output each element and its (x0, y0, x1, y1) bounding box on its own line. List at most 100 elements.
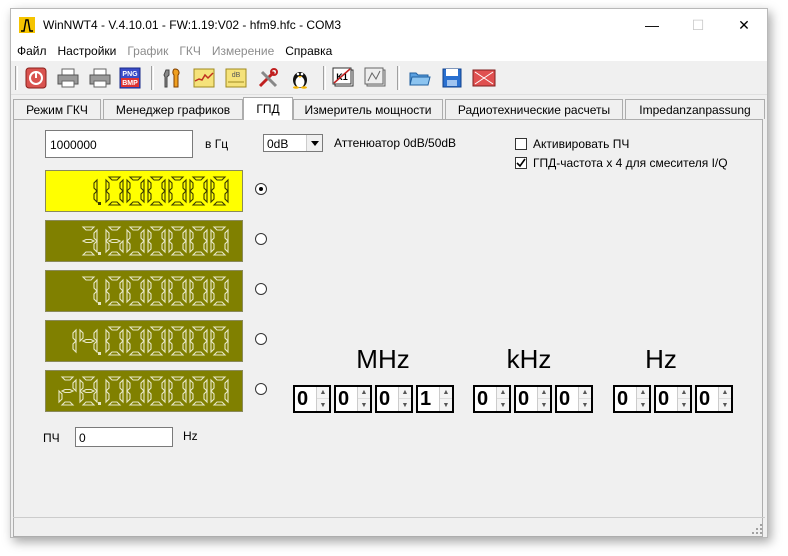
menu-help[interactable]: Справка (279, 44, 337, 58)
spin-down-icon[interactable]: ▼ (678, 399, 690, 411)
close-button[interactable]: ✕ (721, 9, 767, 41)
lcd-segment (212, 251, 227, 256)
tool-settings-button[interactable] (255, 65, 281, 91)
tab-graph-manager[interactable]: Менеджер графиков (103, 99, 243, 119)
spin-up-icon[interactable]: ▲ (678, 387, 690, 399)
lcd-segment (191, 201, 206, 206)
spin-up-icon[interactable]: ▲ (579, 387, 591, 399)
lcd-memory-3[interactable] (45, 270, 243, 312)
tab-vfo[interactable]: ГПД (243, 97, 293, 120)
if-frequency-input[interactable]: 0 (75, 427, 173, 447)
spinner-value[interactable]: 0 (518, 388, 529, 411)
spin-up-icon[interactable]: ▲ (317, 387, 329, 399)
spin-down-icon[interactable]: ▼ (719, 399, 731, 411)
lcd-segment (105, 389, 110, 404)
quad-iq-checkbox[interactable] (515, 157, 527, 169)
spin-up-icon[interactable]: ▲ (399, 387, 411, 399)
menu-file[interactable]: Файл (11, 44, 52, 58)
lcd-segment (126, 278, 131, 293)
maximize-button[interactable]: ☐ (675, 9, 721, 41)
graph-button[interactable] (191, 65, 217, 91)
spinner-value[interactable]: 0 (559, 388, 570, 411)
mhz-digit-spinner[interactable]: 1 ▲ ▼ (416, 385, 454, 413)
memory-radio-5[interactable] (255, 383, 267, 395)
lcd-memory-1[interactable] (45, 170, 243, 212)
attenuator-dropdown-button[interactable] (306, 135, 322, 151)
lcd-memory-5[interactable] (45, 370, 243, 412)
graph-icon (193, 68, 215, 88)
spin-down-icon[interactable]: ▼ (579, 399, 591, 411)
spinner-value[interactable]: 0 (297, 388, 308, 411)
linux-button[interactable] (287, 65, 313, 91)
lcd-segment (119, 189, 124, 204)
calibrate-button[interactable] (363, 65, 389, 91)
spinner-value[interactable]: 0 (379, 388, 390, 411)
khz-digit-spinner[interactable]: 0 ▲ ▼ (555, 385, 593, 413)
spin-down-icon[interactable]: ▼ (358, 399, 370, 411)
hz-digit-spinner[interactable]: 0 ▲ ▼ (654, 385, 692, 413)
spin-down-icon[interactable]: ▼ (317, 399, 329, 411)
lcd-decimal-point (98, 202, 101, 205)
clear-button[interactable] (471, 65, 497, 91)
spin-down-icon[interactable]: ▼ (637, 399, 649, 411)
save-button[interactable] (439, 65, 465, 91)
lcd-segment (182, 389, 187, 404)
minimize-button[interactable]: — (629, 9, 675, 41)
lcd-segment (189, 228, 194, 243)
spinner-value[interactable]: 0 (477, 388, 488, 411)
resize-grip-icon[interactable] (751, 523, 763, 535)
spinner-value[interactable]: 0 (658, 388, 669, 411)
memory-radio-1[interactable] (255, 183, 267, 195)
spin-up-icon[interactable]: ▲ (719, 387, 731, 399)
stop-button[interactable] (23, 65, 49, 91)
spin-down-icon[interactable]: ▼ (399, 399, 411, 411)
hz-digit-spinner[interactable]: 0 ▲ ▼ (613, 385, 651, 413)
memory-radio-2[interactable] (255, 233, 267, 245)
spinner-value[interactable]: 0 (617, 388, 628, 411)
tab-rf-calculations[interactable]: Радиотехнические расчеты (445, 99, 623, 119)
khz-digit-spinner[interactable]: 0 ▲ ▼ (514, 385, 552, 413)
spin-up-icon[interactable]: ▲ (637, 387, 649, 399)
open-button[interactable] (407, 65, 433, 91)
spin-down-icon[interactable]: ▼ (440, 399, 452, 411)
memory-radio-4[interactable] (255, 333, 267, 345)
k1-calibration-button[interactable]: K1 (331, 65, 357, 91)
menu-measure[interactable]: Измерение (206, 44, 279, 58)
spin-up-icon[interactable]: ▲ (440, 387, 452, 399)
menu-settings[interactable]: Настройки (52, 44, 122, 58)
mhz-digit-spinner[interactable]: 0 ▲ ▼ (293, 385, 331, 413)
menu-graph[interactable]: График (121, 44, 173, 58)
tab-impedance-matching[interactable]: Impedanzanpassung (625, 99, 765, 119)
db-button[interactable]: dB (223, 65, 249, 91)
lcd-segment (224, 389, 229, 404)
activate-if-checkbox[interactable] (515, 138, 527, 150)
export-image-button[interactable]: PNG BMP (117, 65, 143, 91)
attenuator-select[interactable]: 0dB (263, 134, 323, 152)
activate-if-label: Активировать ПЧ (533, 137, 630, 151)
spinner-value[interactable]: 1 (420, 388, 431, 411)
spin-down-icon[interactable]: ▼ (538, 399, 550, 411)
spin-up-icon[interactable]: ▲ (358, 387, 370, 399)
mhz-digit-spinner[interactable]: 0 ▲ ▼ (375, 385, 413, 413)
spin-up-icon[interactable]: ▲ (497, 387, 509, 399)
khz-digit-spinner[interactable]: 0 ▲ ▼ (473, 385, 511, 413)
spin-down-icon[interactable]: ▼ (497, 399, 509, 411)
lcd-memory-2[interactable] (45, 220, 243, 262)
menu-sweep[interactable]: ГКЧ (173, 44, 206, 58)
lcd-segment (168, 289, 173, 304)
frequency-input[interactable]: 1000000 (45, 130, 193, 158)
print-preview-button[interactable] (87, 65, 113, 91)
mhz-digit-spinner[interactable]: 0 ▲ ▼ (334, 385, 372, 413)
memory-radio-3[interactable] (255, 283, 267, 295)
spinner-value[interactable]: 0 (338, 388, 349, 411)
spin-up-icon[interactable]: ▲ (538, 387, 550, 399)
lcd-memory-4[interactable] (45, 320, 243, 362)
settings-tools-button[interactable] (159, 65, 185, 91)
lcd-segment (161, 389, 166, 404)
hz-digit-spinner[interactable]: 0 ▲ ▼ (695, 385, 733, 413)
tab-sweep-mode[interactable]: Режим ГКЧ (13, 99, 101, 119)
lcd-segment (182, 189, 187, 204)
tab-power-meter[interactable]: Измеритель мощности (293, 99, 443, 119)
print-button[interactable] (55, 65, 81, 91)
spinner-value[interactable]: 0 (699, 388, 710, 411)
